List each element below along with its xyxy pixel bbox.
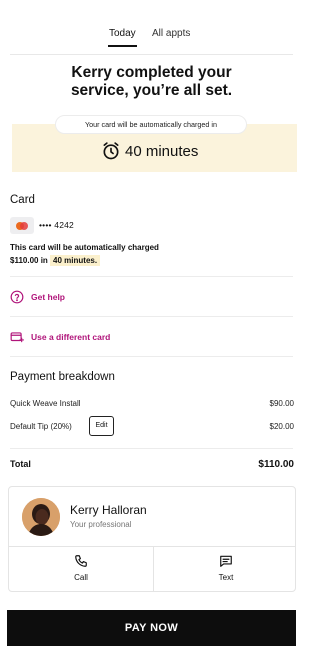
countdown-value: 40 minutes xyxy=(125,142,199,160)
line-item-amount: $20.00 xyxy=(269,422,294,431)
professional-card: Kerry Halloran Your professional Call Te… xyxy=(8,486,296,592)
headline-text: Kerry completed your service, you’re all… xyxy=(70,64,233,99)
use-different-card-link[interactable]: Use a different card xyxy=(10,329,110,345)
charge-note-line1: This card will be automatically charged xyxy=(10,243,159,252)
line-item-tip: Default Tip (20%) Edit $20.00 xyxy=(10,416,294,436)
charge-notice-pill: Your card will be automatically charged … xyxy=(55,115,247,134)
message-icon xyxy=(220,555,232,567)
card-charge-note: This card will be automatically charged … xyxy=(10,241,159,267)
divider xyxy=(10,276,293,277)
tabs-divider xyxy=(10,54,293,55)
tab-today[interactable]: Today xyxy=(108,28,137,47)
get-help-label: Get help xyxy=(31,292,66,302)
alarm-clock-icon xyxy=(103,142,119,160)
divider xyxy=(10,316,293,317)
professional-name: Kerry Halloran xyxy=(70,503,147,517)
get-help-link[interactable]: Get help xyxy=(10,289,65,305)
total-label: Total xyxy=(10,459,31,469)
line-item-label: Quick Weave Install xyxy=(10,399,81,408)
charge-note-line2: $110.00 in 40 minutes. xyxy=(10,254,159,267)
divider xyxy=(10,356,293,357)
call-label: Call xyxy=(74,573,88,582)
total-amount: $110.00 xyxy=(258,459,294,470)
question-circle-icon xyxy=(10,290,24,304)
line-item-label: Default Tip (20%) xyxy=(10,422,72,431)
completion-headline: Kerry completed your service, you’re all… xyxy=(0,64,303,100)
use-different-card-label: Use a different card xyxy=(31,332,111,342)
total-row: Total $110.00 xyxy=(10,459,294,470)
edit-tip-button[interactable]: Edit xyxy=(89,416,114,436)
appointment-tabs: Today All appts xyxy=(0,22,303,47)
mastercard-icon xyxy=(10,216,34,234)
card-masked-number: •••• 4242 xyxy=(39,220,74,230)
saved-card: •••• 4242 xyxy=(10,216,74,234)
text-button[interactable]: Text xyxy=(154,546,298,592)
avatar xyxy=(22,498,60,536)
charge-note-time: 40 minutes. xyxy=(50,255,101,266)
charge-note-amount: $110.00 in xyxy=(10,256,48,265)
tab-all-appts[interactable]: All appts xyxy=(152,28,190,39)
pay-now-button[interactable]: PAY NOW xyxy=(7,610,296,646)
text-label: Text xyxy=(218,573,234,582)
line-item-amount: $90.00 xyxy=(269,399,294,408)
line-item-service: Quick Weave Install $90.00 xyxy=(10,399,294,408)
countdown-timer: 40 minutes xyxy=(101,140,198,162)
phone-icon xyxy=(75,555,87,567)
card-add-icon xyxy=(10,332,24,343)
call-button[interactable]: Call xyxy=(9,546,153,592)
divider xyxy=(10,448,293,449)
professional-subtitle: Your professional xyxy=(70,520,132,529)
payment-breakdown-title: Payment breakdown xyxy=(10,371,115,383)
card-section-title: Card xyxy=(10,194,35,206)
